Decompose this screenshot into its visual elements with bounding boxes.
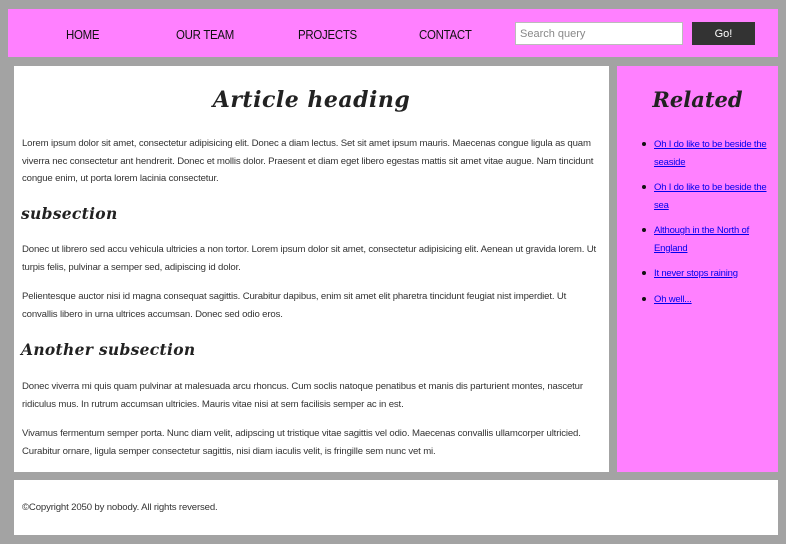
another-subsection-paragraph-2: Vivamus fermentum semper porta. Nunc dia… [22,428,581,457]
footer: ©Copyright 2050 by nobody. All rights re… [14,480,778,535]
subsection-paragraph-2: Pelientesque auctor nisi id magna conseq… [22,291,567,320]
related-link[interactable]: Although in the North of England [654,225,749,254]
related-link[interactable]: Oh I do like to be beside the seaside [654,139,767,168]
related-heading: Related [652,87,743,112]
subsection-heading: subsection [21,204,118,223]
article-panel: Article heading Lorem ipsum dolor sit am… [14,66,609,472]
copyright-text: ©Copyright 2050 by nobody. All rights re… [22,502,218,513]
nav-link-home[interactable]: HOME [66,27,100,42]
nav-link-contact[interactable]: CONTACT [419,27,472,42]
search-input[interactable] [515,22,683,45]
list-item: It never stops raining [635,265,775,283]
another-subsection-paragraph-1: Donec viverra mi quis quam pulvinar at m… [22,381,583,410]
bullet-icon [642,142,646,146]
nav-link-projects[interactable]: PROJECTS [298,27,357,42]
another-subsection-heading: Another subsection [21,340,196,359]
related-link[interactable]: Oh well... [654,294,692,305]
top-nav-bar: HOME OUR TEAM PROJECTS CONTACT Go! [8,9,778,57]
intro-paragraph: Lorem ipsum dolor sit amet, consectetur … [22,138,594,184]
subsection-paragraph-1: Donec ut librero sed accu vehicula ultri… [22,244,597,273]
bullet-icon [642,296,646,301]
bullet-icon [642,271,646,275]
list-item: Oh I do like to be beside the seaside [635,136,775,171]
bullet-icon [642,228,646,232]
list-item: Although in the North of England [635,222,775,257]
go-button[interactable]: Go! [692,22,755,45]
related-sidebar: Related Oh I do like to be beside the se… [617,66,778,472]
related-link[interactable]: It never stops raining [654,268,738,279]
article-heading: Article heading [212,87,411,113]
nav-link-our-team[interactable]: OUR TEAM [176,27,234,42]
related-link[interactable]: Oh I do like to be beside the sea [654,182,767,211]
list-item: Oh well... [635,291,775,309]
list-item: Oh I do like to be beside the sea [635,179,775,214]
related-links-list: Oh I do like to be beside the seaside Oh… [635,136,775,316]
bullet-icon [642,185,646,189]
